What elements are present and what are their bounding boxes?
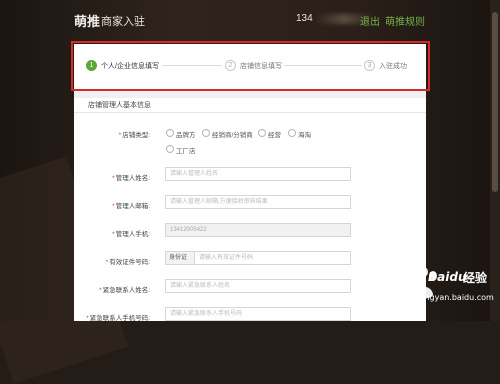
- radio-label-brand: 品牌方: [176, 132, 196, 139]
- logout-link[interactable]: 退出: [360, 13, 380, 28]
- radio-distributor[interactable]: [202, 129, 210, 137]
- emergency-phone-input[interactable]: 请输入紧急联系人手机号码: [165, 307, 351, 321]
- emergency-name-input[interactable]: 请输入紧急联系人姓名: [165, 279, 351, 293]
- manager-email-label: *管理人邮箱:: [112, 203, 150, 210]
- emergency-name-label: *紧急联系人姓名:: [99, 287, 150, 294]
- section-title: 店铺管理人基本信息: [88, 102, 151, 109]
- scrollbar-thumb[interactable]: [492, 12, 498, 192]
- manager-name-label: *管理人姓名:: [112, 175, 150, 182]
- radio-label-haitao: 海淘: [298, 132, 311, 139]
- radio-label-operate: 经营: [268, 132, 281, 139]
- logo-subtitle: 商家入驻: [101, 16, 145, 28]
- radio-operate[interactable]: [258, 129, 266, 137]
- rules-link[interactable]: 萌推规则: [385, 13, 425, 28]
- radio-label-distributor: 经销商/分销商: [212, 132, 253, 139]
- section-rule: [74, 112, 426, 113]
- radio-factory[interactable]: [166, 145, 174, 153]
- radio-label-factory: 工厂店: [176, 148, 196, 155]
- watermark-cn: 经验: [463, 271, 488, 285]
- id-type-select[interactable]: 身份证: [165, 251, 195, 265]
- account-phone: 134: [296, 13, 313, 24]
- radio-brand[interactable]: [166, 129, 174, 137]
- store-type-label: *店铺类型:: [118, 132, 150, 139]
- manager-phone-input: 13412005422: [165, 223, 351, 237]
- highlight-frame: [71, 41, 430, 91]
- radio-haitao[interactable]: [288, 129, 296, 137]
- logo-brand[interactable]: 萌推: [74, 11, 100, 30]
- section-divider: [74, 90, 426, 98]
- id-number-label: *有效证件号码:: [105, 259, 150, 266]
- manager-email-input[interactable]: 请输入管理人邮箱,方便接收审核结果: [165, 195, 351, 209]
- id-number-input[interactable]: 请输入有效证件号码: [194, 251, 351, 265]
- manager-phone-label: *管理人手机:: [112, 231, 150, 238]
- watermark-brand: Baidu: [428, 270, 467, 284]
- watermark-url: jingyan.baidu.com: [420, 293, 494, 302]
- manager-name-input[interactable]: 请输入管理人姓名: [165, 167, 351, 181]
